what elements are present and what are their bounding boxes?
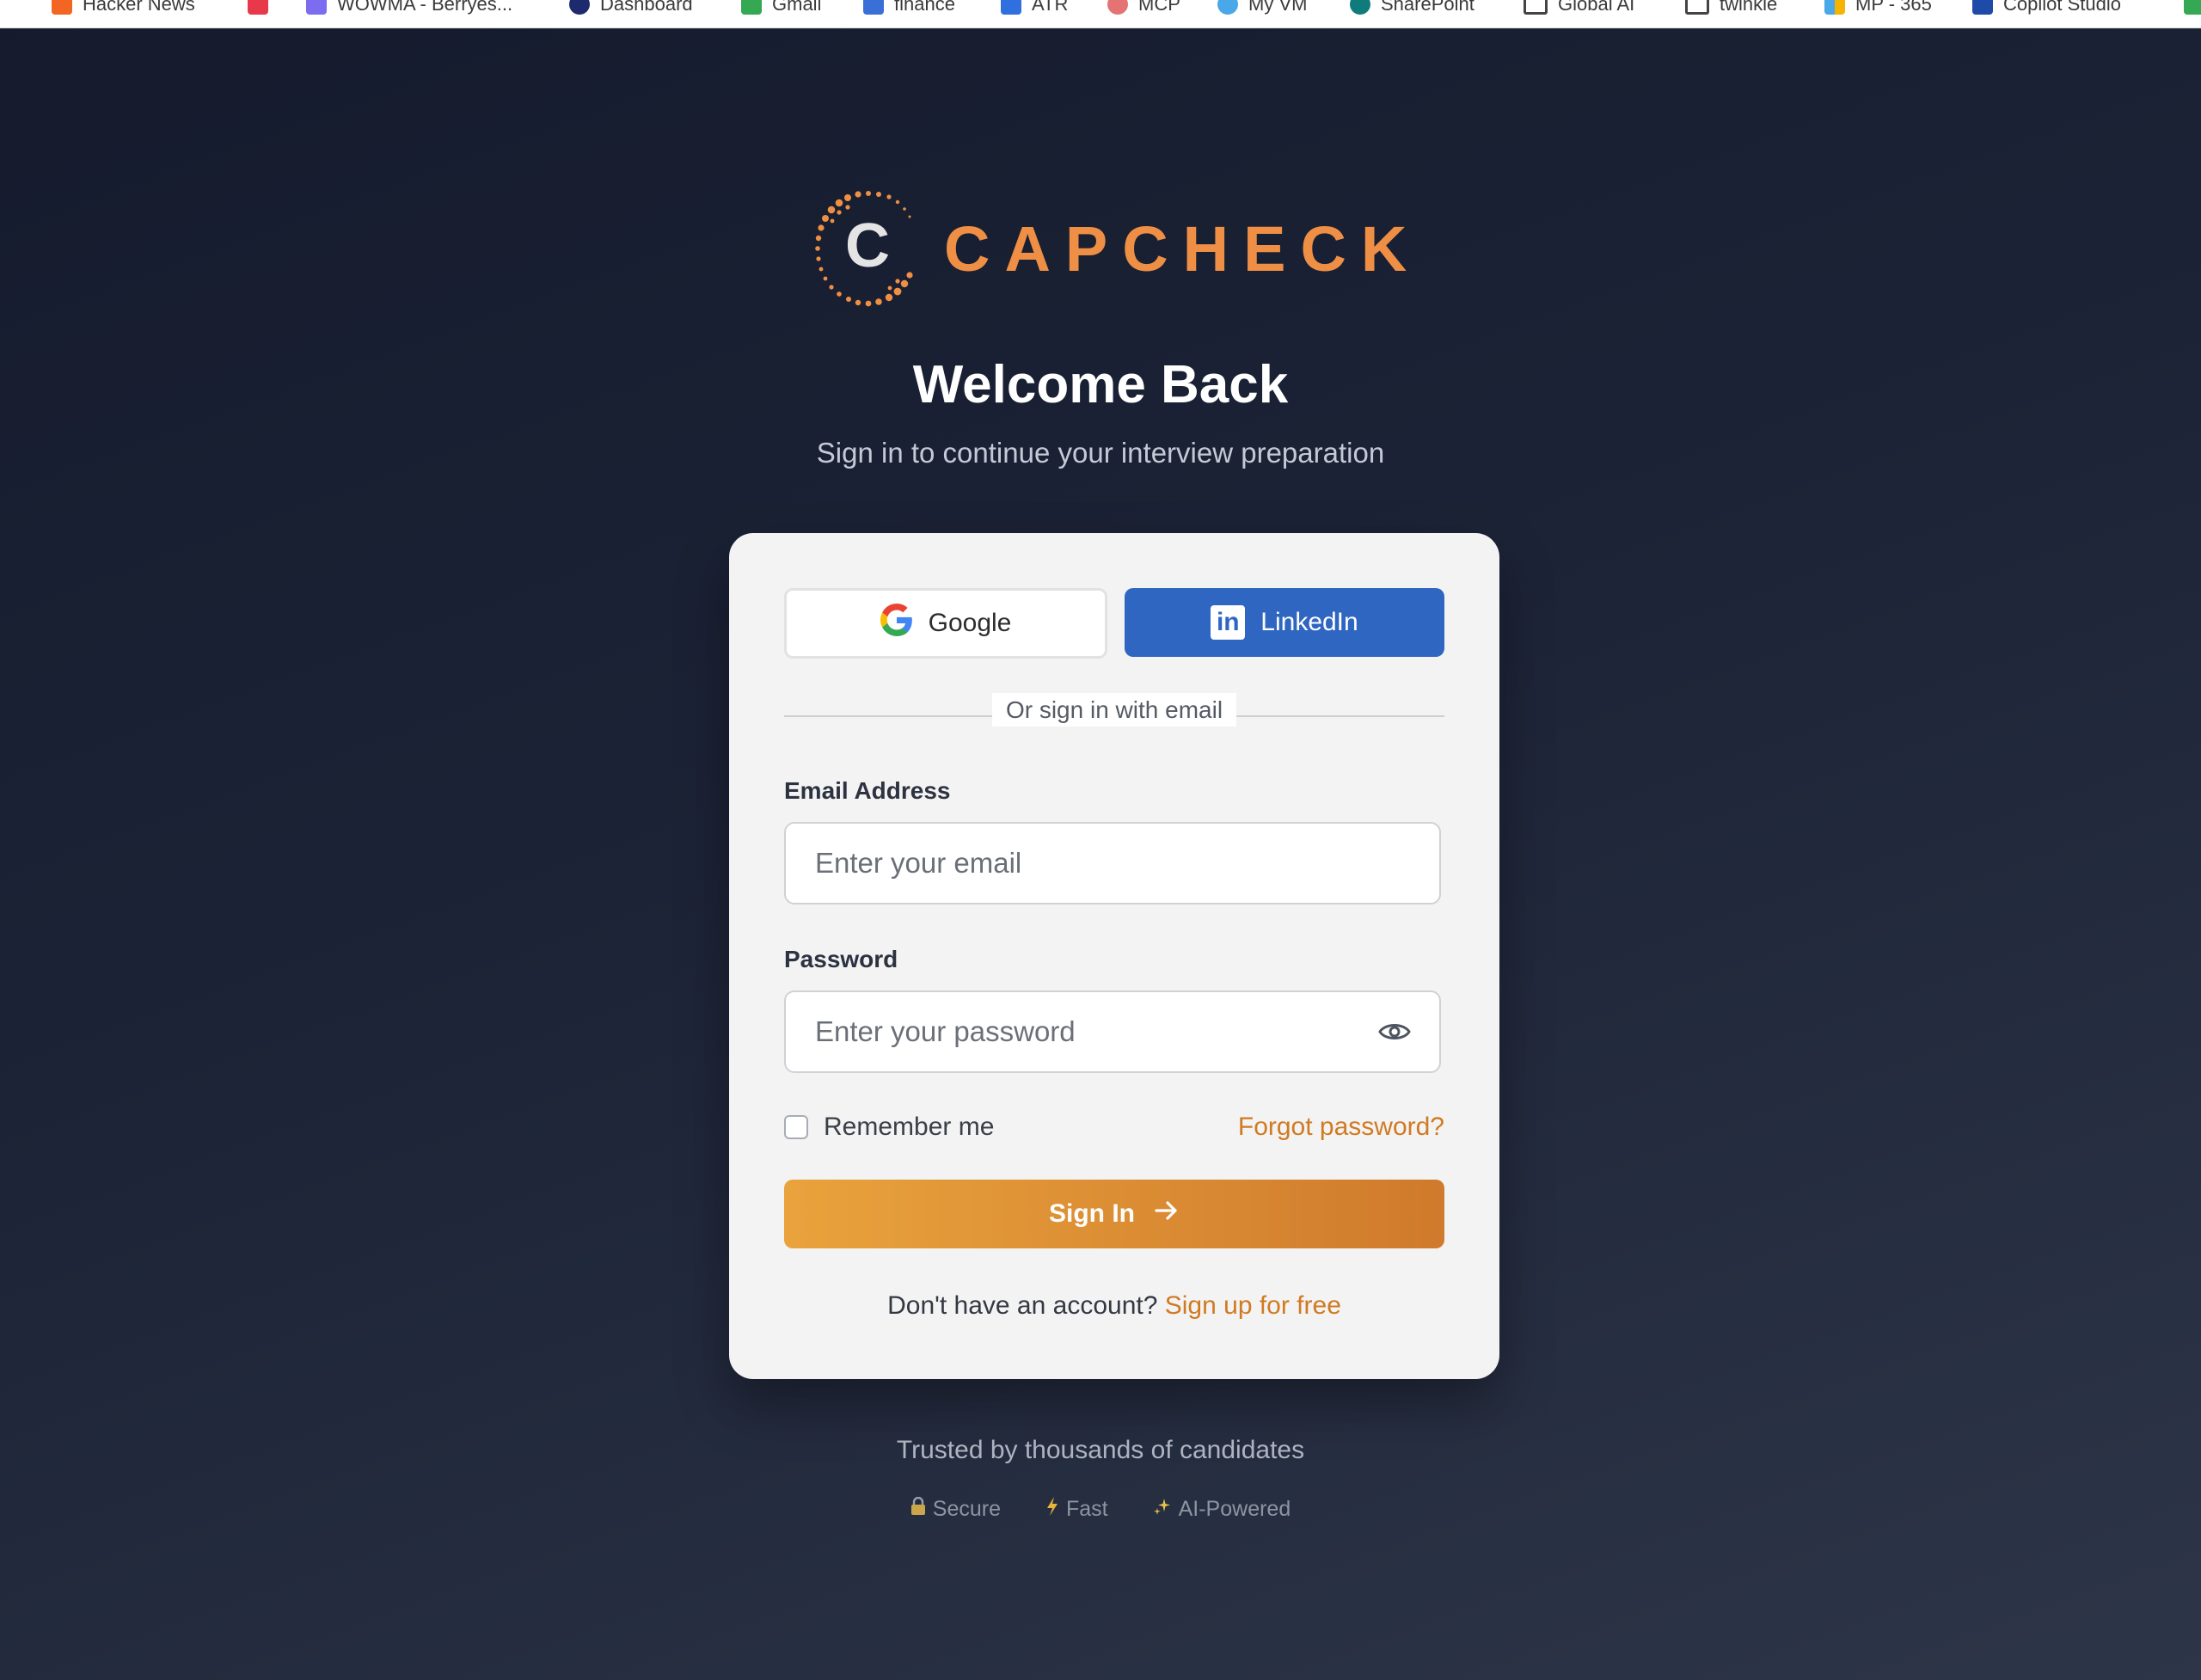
divider-text: Or sign in with email — [991, 693, 1237, 727]
signup-prompt: Don't have an account? Sign up for free — [729, 1291, 1499, 1321]
folder-icon — [1524, 0, 1548, 15]
copilot-icon — [1972, 0, 1993, 15]
email-field-wrapper — [784, 822, 1441, 904]
remember-me: Remember me — [784, 1113, 994, 1142]
atr-icon — [1001, 0, 1021, 15]
page-subtitle: Sign in to continue your interview prepa… — [816, 437, 1385, 469]
badge-fast: Fast — [1045, 1496, 1108, 1522]
password-field-wrapper — [784, 990, 1441, 1073]
oauth-buttons: Google in LinkedIn — [784, 588, 1444, 659]
signup-link[interactable]: Sign up for free — [1165, 1291, 1341, 1320]
microsoft-icon — [1824, 0, 1845, 15]
linkedin-button-label: LinkedIn — [1260, 608, 1358, 636]
svg-text:C: C — [845, 212, 890, 280]
bookmark-atr[interactable]: ATR — [1001, 0, 1068, 17]
vm-icon — [1217, 0, 1238, 15]
remember-me-checkbox[interactable] — [784, 1115, 808, 1139]
google-sign-in-button[interactable]: Google — [784, 588, 1107, 659]
login-card: Google in LinkedIn Or sign in with email… — [729, 533, 1499, 1379]
bookmarks-bar: Hacker News WOWMA - Berryes... Dashboard… — [0, 0, 2201, 28]
bookmark-hacker-news[interactable]: Hacker News — [52, 0, 195, 17]
bookmark-finance[interactable]: finance — [863, 0, 955, 17]
logo-mark-icon: C — [808, 185, 929, 314]
brand-name: CAPCHECK — [944, 213, 1422, 285]
email-field[interactable] — [813, 846, 1412, 880]
sign-in-label: Sign In — [1049, 1199, 1135, 1228]
dashboard-icon — [569, 0, 590, 15]
arrow-right-icon — [1152, 1197, 1180, 1231]
bookmark-wowma[interactable]: WOWMA - Berryes... — [306, 0, 512, 17]
youtube-icon — [248, 0, 268, 15]
sharepoint-icon — [1350, 0, 1370, 15]
show-password-eye-icon[interactable] — [1377, 1015, 1412, 1049]
divider: Or sign in with email — [729, 693, 1499, 727]
linkedin-icon: in — [1211, 605, 1246, 640]
page-title: Welcome Back — [912, 355, 1289, 414]
google-button-label: Google — [928, 609, 1012, 637]
forgot-password-link[interactable]: Forgot password? — [1238, 1113, 1444, 1142]
bookmark-my-vm[interactable]: My VM — [1217, 0, 1307, 17]
password-field[interactable] — [813, 1015, 1377, 1049]
lock-icon — [910, 1496, 926, 1521]
bookmark-youtube[interactable] — [248, 0, 268, 17]
bookmark-dashboard[interactable]: Dashboard — [569, 0, 693, 17]
trusted-text: Trusted by thousands of candidates — [896, 1436, 1305, 1464]
feature-badges: Secure Fast AI-Powered — [0, 1496, 2201, 1522]
mcp-icon — [1107, 0, 1128, 15]
badge-ai-powered: AI-Powered — [1153, 1496, 1291, 1522]
bookmark-gmail[interactable]: Gmail — [741, 0, 821, 17]
brand-logo: C CAPCHECK — [808, 185, 1421, 314]
lightning-icon — [1045, 1496, 1059, 1522]
wowma-icon — [306, 0, 327, 15]
email-label: Email Address — [784, 777, 951, 804]
google-icon — [880, 604, 913, 643]
bookmark-twinkle[interactable]: twinkle — [1685, 0, 1777, 17]
linkedin-sign-in-button[interactable]: in LinkedIn — [1125, 588, 1444, 657]
signup-prompt-text: Don't have an account? — [887, 1291, 1158, 1320]
hacker-news-icon — [52, 0, 72, 15]
folder-icon — [1685, 0, 1709, 15]
sign-in-button[interactable]: Sign In — [784, 1180, 1444, 1248]
bookmark-copilot-studio[interactable]: Copilot Studio — [1972, 0, 2121, 17]
finance-icon — [863, 0, 884, 15]
sparkle-icon — [1153, 1497, 1172, 1521]
badge-secure: Secure — [910, 1496, 1001, 1522]
bookmark-global-ai[interactable]: Global AI — [1524, 0, 1634, 17]
password-label: Password — [784, 946, 898, 972]
remember-me-label: Remember me — [824, 1113, 995, 1141]
bookmark-mp-365[interactable]: MP - 365 — [1824, 0, 1932, 17]
extension-icon — [2184, 0, 2201, 15]
bookmark-mcp[interactable]: MCP — [1107, 0, 1180, 17]
bookmark-overflow[interactable] — [2184, 0, 2201, 17]
gmail-icon — [741, 0, 762, 15]
bookmark-sharepoint[interactable]: SharePoint — [1350, 0, 1474, 17]
